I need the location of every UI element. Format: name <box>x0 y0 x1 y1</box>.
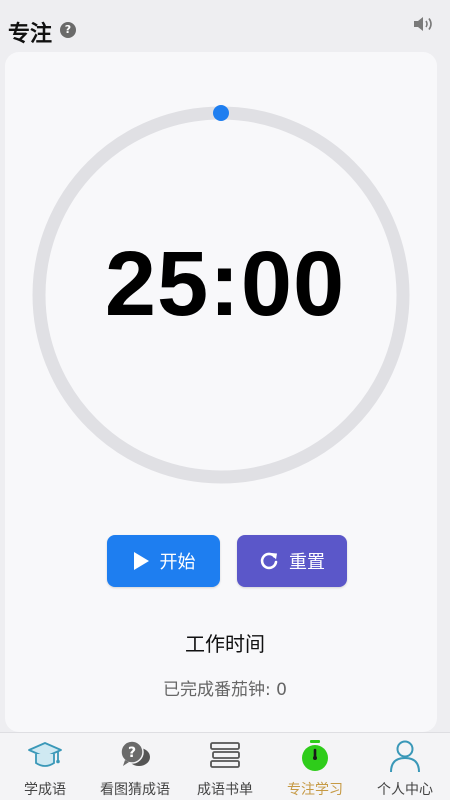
header-bar: 专注 ? <box>0 0 450 56</box>
tab-label: 看图猜成语 <box>100 782 170 798</box>
tab-label: 学成语 <box>24 782 66 798</box>
start-button-label: 开始 <box>159 552 196 573</box>
stopwatch-icon <box>302 740 328 771</box>
graduation-cap-icon <box>28 742 62 767</box>
start-button[interactable]: 开始 <box>107 535 220 587</box>
book-stack-icon <box>210 742 240 768</box>
person-icon <box>390 740 420 773</box>
question-bubble-icon: ? <box>120 740 150 766</box>
timer-display: 25:00 <box>104 233 346 335</box>
help-icon[interactable]: ? <box>60 22 76 38</box>
svg-text:?: ? <box>128 745 136 761</box>
reset-button[interactable]: 重置 <box>237 535 347 587</box>
tab-label: 个人中心 <box>377 782 433 798</box>
tab-focus-study[interactable]: 专注学习 <box>270 733 360 800</box>
speaker-icon[interactable] <box>412 14 436 34</box>
tab-label: 成语书单 <box>197 782 253 798</box>
bottom-tab-bar: 学成语 ? 看图猜成语 成语书单 专注学习 个人中心 <box>0 732 450 800</box>
tab-learn-idioms[interactable]: 学成语 <box>0 733 90 800</box>
refresh-icon <box>260 552 278 570</box>
tab-personal-center[interactable]: 个人中心 <box>360 733 450 800</box>
reset-button-label: 重置 <box>289 552 325 573</box>
timer-mode-label: 工作时间 <box>185 632 265 656</box>
tab-guess-idiom[interactable]: ? 看图猜成语 <box>90 733 180 800</box>
tab-label: 专注学习 <box>287 782 343 798</box>
progress-knob[interactable] <box>213 105 229 121</box>
completed-pomodoro-count: 已完成番茄钟: 0 <box>163 680 287 700</box>
play-icon <box>133 552 149 570</box>
tab-idiom-booklist[interactable]: 成语书单 <box>180 733 270 800</box>
page-title: 专注 <box>8 22 53 47</box>
